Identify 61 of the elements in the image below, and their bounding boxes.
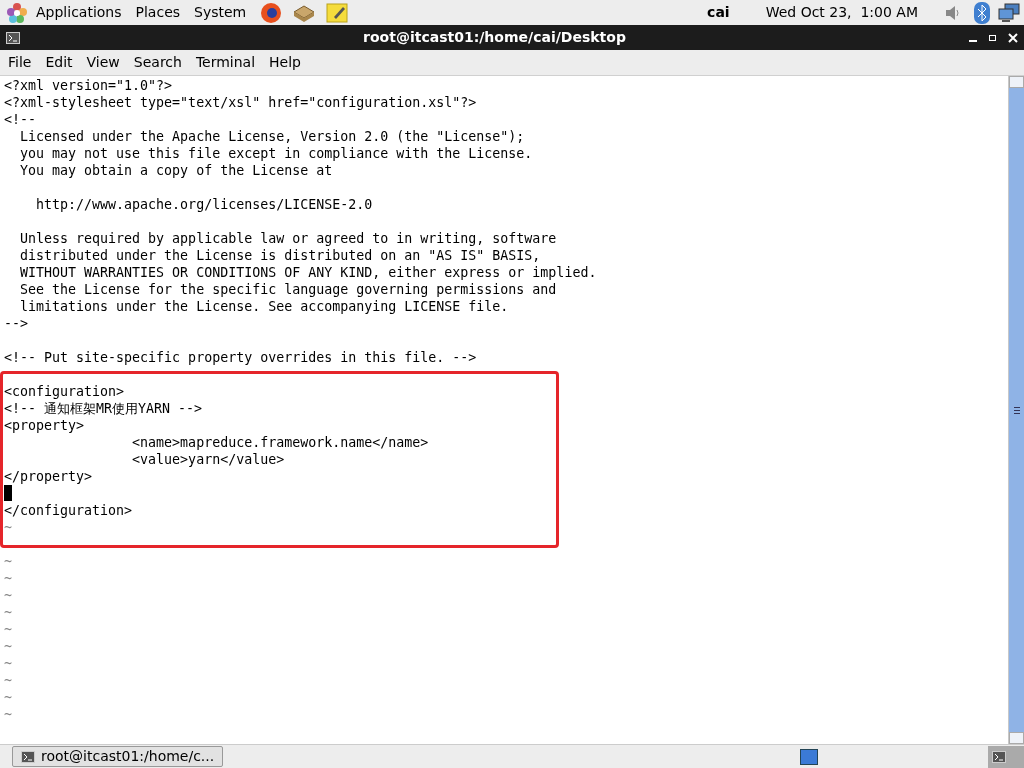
empty-line-marker: ~ <box>4 588 12 603</box>
empty-line-marker: ~ <box>4 554 12 569</box>
code-line: </configuration> <box>4 503 133 518</box>
code-line: <!-- <box>4 112 37 127</box>
code-line: <name>mapreduce.framework.name</name> <box>131 435 429 450</box>
user-name: cai <box>707 3 730 22</box>
code-line: --> <box>4 316 29 331</box>
window-title: root@itcast01:/home/cai/Desktop <box>362 28 627 47</box>
menu-item[interactable]: View <box>86 52 120 73</box>
scrollbar[interactable] <box>1008 76 1024 744</box>
panel-menu[interactable]: Applications <box>36 2 122 23</box>
menu-item[interactable]: Edit <box>45 52 73 73</box>
code-line: <!-- 通知框架MR使用YARN --> <box>4 401 203 416</box>
browser-icon[interactable] <box>260 1 283 24</box>
maximize-icon[interactable] <box>989 34 996 41</box>
code-line: <property> <box>4 418 85 433</box>
menu-item[interactable]: Terminal <box>195 52 256 73</box>
code-line: http://www.apache.org/licenses/LICENSE-2.0 <box>35 197 373 212</box>
code-line: WITHOUT WARRANTIES OR CONDITIONS OF ANY KIND, either express or implied. <box>19 265 597 280</box>
speaker-icon[interactable] <box>944 3 962 22</box>
code-line: <value>yarn</value> <box>131 452 285 467</box>
code-line: you may not use this file except in compliance with the License. <box>19 146 533 161</box>
code-line: You may obtain a copy of the License at <box>19 163 333 178</box>
empty-line-marker: ~ <box>4 656 12 671</box>
flower-icon <box>6 1 28 24</box>
workspace-switcher[interactable] <box>800 748 818 765</box>
terminal-icon <box>21 750 35 763</box>
code-line: See the License for the specific language governing permissions and <box>19 282 557 297</box>
taskbar-button[interactable]: root@itcast01:/home/c... <box>12 746 224 767</box>
menu-item[interactable]: Search <box>133 52 182 73</box>
terminal-icon <box>992 750 1006 763</box>
code-line: limitations under the License. See accompanying LICENSE file. <box>19 299 509 314</box>
panel-menu[interactable]: Places <box>135 2 181 23</box>
empty-line-marker: ~ <box>4 707 12 722</box>
bluetooth-icon[interactable] <box>974 1 990 24</box>
empty-line-marker: ~ <box>4 520 12 535</box>
code-line: distributed under the License is distributed on an "AS IS" BASIS, <box>19 248 541 263</box>
minimize-icon[interactable] <box>969 39 977 42</box>
code-line: Unless required by applicable law or agreed to in writing, software <box>19 231 557 246</box>
code-line: <?xml-stylesheet type="text/xsl" href="configuration.xsl"?> <box>4 95 477 110</box>
code-line: <?xml version="1.0"?> <box>4 78 173 93</box>
code-line: <!-- Put site-specific property overrides in this file. --> <box>4 350 477 365</box>
empty-line-marker: ~ <box>4 639 12 654</box>
show-desktop-button[interactable] <box>988 745 1024 768</box>
clock: Wed Oct 23, 1:00 AM <box>765 3 918 22</box>
menu-item[interactable]: Help <box>269 52 301 73</box>
empty-line-marker: ~ <box>4 571 12 586</box>
menu-item[interactable]: File <box>8 52 32 73</box>
empty-line-marker: ~ <box>4 673 12 688</box>
notepad-icon[interactable] <box>326 1 349 24</box>
code-line: <configuration> <box>4 384 125 399</box>
code-line: </property> <box>4 469 93 484</box>
close-icon[interactable] <box>1008 32 1018 43</box>
text-cursor <box>4 485 12 501</box>
network-icon[interactable] <box>998 2 1020 23</box>
empty-line-marker: ~ <box>4 622 12 637</box>
code-line: Licensed under the Apache License, Version 2.0 (the "License"); <box>19 129 525 144</box>
terminal-icon <box>6 31 20 44</box>
empty-line-marker: ~ <box>4 690 12 705</box>
empty-line-marker: ~ <box>4 605 12 620</box>
panel-menu[interactable]: System <box>194 2 247 23</box>
